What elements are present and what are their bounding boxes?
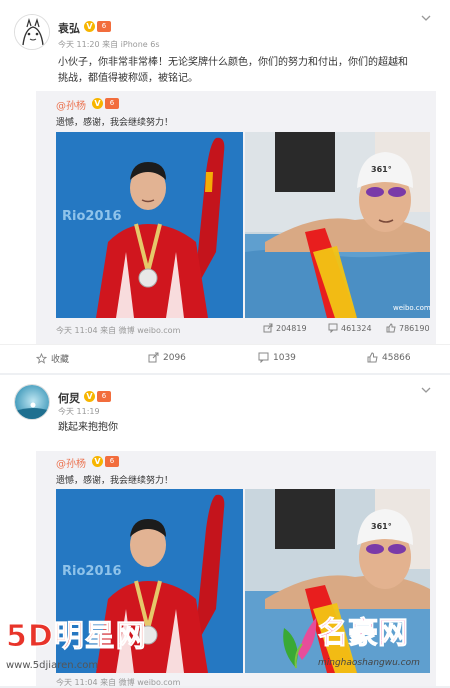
mention-link[interactable]: @孙杨 <box>56 459 86 470</box>
avatar[interactable] <box>14 384 50 420</box>
post-text-line: 小伙子，你非常非常棒！无论奖牌什么颜色，你们的努力和付出，你们的超越和 <box>58 57 408 68</box>
watermark-minghao-brand: 名豪网 <box>318 616 409 652</box>
thumbs-up-icon <box>386 323 396 333</box>
weibo-post-1: 袁弘 V 6 今天 11:20 来自 iPhone 6s 小伙子，你非常非常棒！… <box>0 0 450 373</box>
repost-author[interactable]: @孙杨 <box>56 97 86 112</box>
username[interactable]: 何炅 <box>58 390 80 406</box>
share-button[interactable]: 2096 <box>148 352 186 363</box>
post-meta: 今天 11:20 来自 iPhone 6s <box>58 40 160 49</box>
like-count: 45866 <box>382 352 411 363</box>
photo-pool[interactable]: 361° weibo.com/s <box>245 132 430 318</box>
comment-icon <box>258 352 269 363</box>
like-button[interactable]: 45866 <box>367 352 411 363</box>
action-bar: 收藏 2096 1039 45866 <box>0 344 450 370</box>
comment-button[interactable]: 1039 <box>258 352 296 363</box>
repost-text: 遗憾，感谢，我会继续努力！ <box>56 118 174 128</box>
watermark-5d: 5D明星网 www.5djiaren.com <box>6 619 166 680</box>
share-icon <box>263 323 273 333</box>
star-icon <box>36 353 47 364</box>
post-text: 小伙子，你非常非常棒！无论奖牌什么颜色，你们的努力和付出，你们的超越和 挑战，都… <box>58 55 408 87</box>
post-text-line: 挑战，都值得被称颂，被铭记。 <box>58 73 198 84</box>
vip-level-icon: 6 <box>97 391 111 402</box>
repost-footer: 今天 11:04 来自 微博 weibo.com <box>56 326 181 335</box>
watermark-minghao-url: minghaoshangwu.com <box>318 658 420 668</box>
post-text-line: 跳起来抱抱你 <box>58 422 118 433</box>
comment-icon <box>328 323 338 333</box>
comment-count: 461324 <box>341 323 372 333</box>
rio-logo-text: Rio2016 <box>62 564 122 579</box>
watermark-5d-brand: 5D明星网 <box>6 619 147 654</box>
favorite-button[interactable]: 收藏 <box>36 352 69 365</box>
watermark-5d-url: www.5djiaren.com <box>6 660 99 671</box>
share-count: 204819 <box>276 323 307 333</box>
photo-watermark: weibo.com/s <box>393 304 430 312</box>
repost-comment-count[interactable]: 461324 <box>328 323 372 333</box>
leaf-logo-icon <box>283 618 317 669</box>
like-count: 786190 <box>399 323 430 333</box>
chevron-down-icon[interactable] <box>421 14 431 25</box>
repost-text: 遗憾，感谢，我会继续努力！ <box>56 476 174 486</box>
verified-icon: V <box>84 391 95 402</box>
watermark-minghao: 名豪网 minghaoshangwu.com <box>274 612 446 682</box>
vip-level-icon: 6 <box>105 456 119 467</box>
favorite-label: 收藏 <box>51 355 70 365</box>
cap-logo-text: 361° <box>371 165 392 174</box>
photo-podium[interactable]: Rio2016 <box>56 132 243 318</box>
mention-link[interactable]: @孙杨 <box>56 101 86 112</box>
verified-icon: V <box>92 456 103 467</box>
chevron-down-icon[interactable] <box>421 386 431 397</box>
post-meta: 今天 11:19 <box>58 407 100 416</box>
username[interactable]: 袁弘 <box>58 20 80 36</box>
repost-author[interactable]: @孙杨 <box>56 455 86 470</box>
verified-icon: V <box>92 98 103 109</box>
cap-logo-text: 361° <box>371 522 392 531</box>
repost-share-count[interactable]: 204819 <box>263 323 307 333</box>
repost-like-count[interactable]: 786190 <box>386 323 430 333</box>
rio-logo-text: Rio2016 <box>62 209 122 224</box>
share-icon <box>148 352 159 363</box>
vip-level-icon: 6 <box>105 98 119 109</box>
comment-count: 1039 <box>273 352 296 363</box>
vip-level-icon: 6 <box>97 21 111 32</box>
avatar[interactable] <box>14 14 50 50</box>
thumbs-up-icon <box>367 352 378 363</box>
repost-box[interactable]: @孙杨 V 6 遗憾，感谢，我会继续努力！ Rio2016 <box>36 91 436 344</box>
verified-icon: V <box>84 21 95 32</box>
post-text: 跳起来抱抱你 <box>58 420 118 436</box>
share-count: 2096 <box>163 352 186 363</box>
